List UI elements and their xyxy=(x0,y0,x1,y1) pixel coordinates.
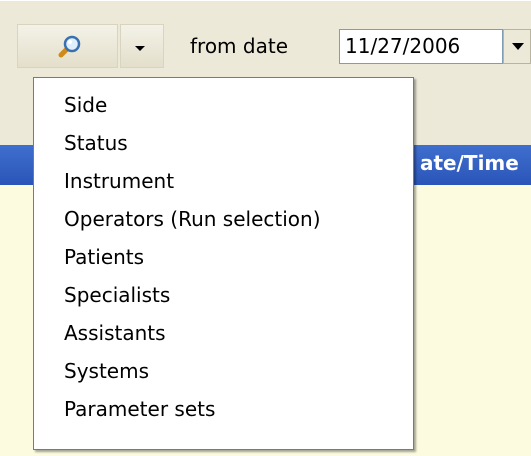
menu-item-patients[interactable]: Patients xyxy=(34,238,413,276)
menu-item-parameter-sets[interactable]: Parameter sets xyxy=(34,390,413,428)
column-header-date-time[interactable]: ate/Time xyxy=(420,151,519,175)
date-picker-button[interactable] xyxy=(503,29,531,64)
menu-item-side[interactable]: Side xyxy=(34,86,413,124)
menu-item-status[interactable]: Status xyxy=(34,124,413,162)
application-window: from date 11/27/2006 ate/Time Side Statu… xyxy=(0,0,531,456)
menu-item-instrument[interactable]: Instrument xyxy=(34,162,413,200)
dropdown-menu: Side Status Instrument Operators (Run se… xyxy=(33,77,414,450)
search-options-dropdown-button[interactable] xyxy=(120,24,164,68)
chevron-down-icon xyxy=(512,43,524,50)
menu-item-operators[interactable]: Operators (Run selection) xyxy=(34,200,413,238)
menu-item-systems[interactable]: Systems xyxy=(34,352,413,390)
menu-item-assistants[interactable]: Assistants xyxy=(34,314,413,352)
from-date-field[interactable]: 11/27/2006 xyxy=(339,29,503,64)
chevron-down-icon xyxy=(135,46,145,51)
search-button[interactable] xyxy=(17,24,118,68)
from-date-label: from date xyxy=(190,34,288,58)
menu-item-specialists[interactable]: Specialists xyxy=(34,276,413,314)
toolbar: from date 11/27/2006 xyxy=(0,0,531,79)
